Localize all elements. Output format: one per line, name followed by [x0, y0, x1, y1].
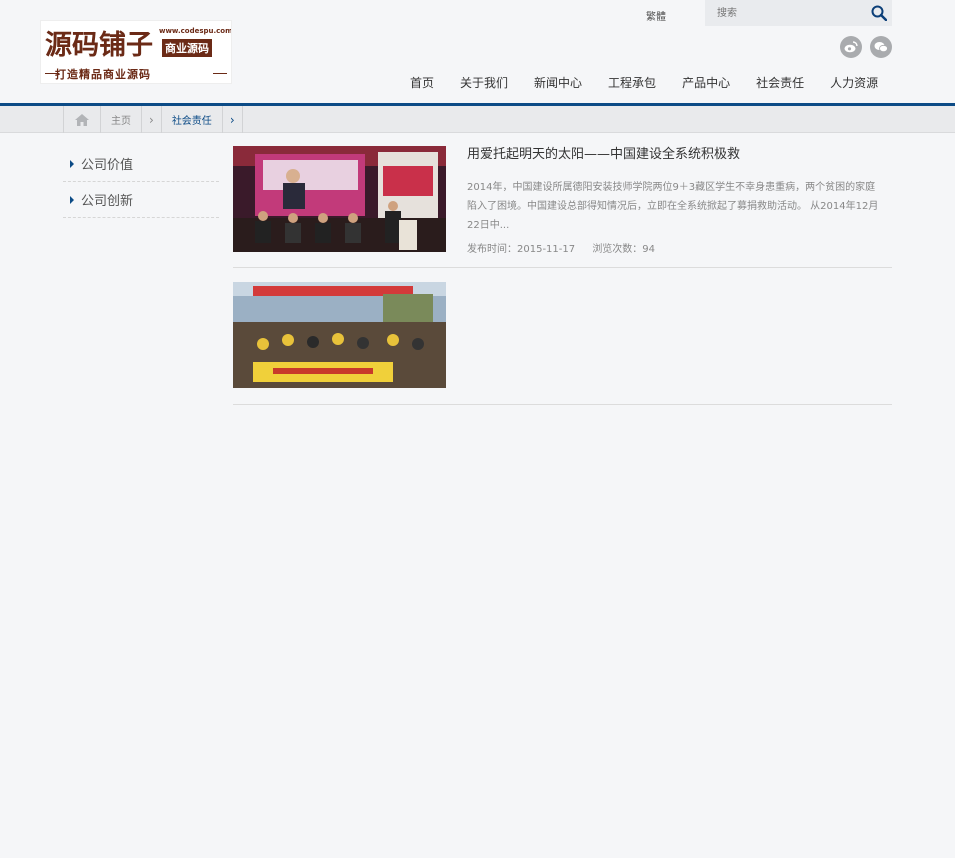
sidebar-item-company-innovation[interactable]: 公司创新: [63, 182, 219, 218]
weibo-icon[interactable]: [840, 36, 862, 58]
article-summary: 2014年，中国建设所属德阳安装技师学院两位9＋3藏区学生不幸身患重病，两个贫困…: [467, 182, 879, 231]
logo-tag: 商业源码: [162, 39, 212, 57]
chevron-right-icon: ›: [223, 106, 243, 133]
nav-item-social-responsibility[interactable]: 社会责任: [744, 74, 816, 92]
breadcrumb-home-icon-cell[interactable]: [64, 106, 101, 133]
sidebar: 公司价值 公司创新: [63, 146, 219, 218]
language-switch-link[interactable]: 繁體: [646, 8, 666, 23]
search-icon[interactable]: [871, 5, 887, 21]
triangle-right-icon: [70, 195, 74, 204]
site-header: 源码铺子 www.codespu.com 商业源码 打造精品商业源码 繁體 首页…: [0, 0, 955, 103]
breadcrumb-bar: 主页 › 社会责任 ›: [0, 106, 955, 133]
nav-item-hr[interactable]: 人力资源: [818, 74, 890, 92]
breadcrumb-current[interactable]: 社会责任: [162, 106, 223, 133]
logo-slogan: 打造精品商业源码: [55, 68, 151, 81]
logo-url-text: www.codespu.com: [159, 27, 232, 35]
nav-item-products[interactable]: 产品中心: [670, 74, 742, 92]
nav-item-home[interactable]: 首页: [398, 74, 446, 92]
wechat-icon[interactable]: [870, 36, 892, 58]
article-title[interactable]: 用爱托起明天的太阳——中国建设全系统积极救: [467, 147, 757, 163]
list-item: 用爱托起明天的太阳——中国建设全系统积极救 2014年，中国建设所属德阳安装技师…: [233, 146, 892, 268]
nav-item-news[interactable]: 新闻中心: [522, 74, 594, 92]
chevron-right-icon: ›: [142, 106, 162, 133]
article-date: 发布时间：2015-11-17: [467, 244, 576, 255]
sidebar-item-company-value[interactable]: 公司价值: [63, 146, 219, 182]
home-icon: [75, 113, 89, 126]
search-input[interactable]: [717, 6, 857, 20]
triangle-right-icon: [70, 159, 74, 168]
nav-item-about[interactable]: 关于我们: [448, 74, 520, 92]
logo-main-text: 源码铺子: [45, 30, 153, 61]
article-thumbnail[interactable]: [233, 146, 446, 252]
site-logo[interactable]: 源码铺子 www.codespu.com 商业源码 打造精品商业源码: [40, 20, 232, 84]
main-nav: 首页 关于我们 新闻中心 工程承包 产品中心 社会责任 人力资源: [398, 74, 892, 92]
nav-item-engineering[interactable]: 工程承包: [596, 74, 668, 92]
article-list: 用爱托起明天的太阳——中国建设全系统积极救 2014年，中国建设所属德阳安装技师…: [233, 146, 892, 405]
list-item: [233, 268, 892, 405]
article-meta: 发布时间：2015-11-17 浏览次数：94: [467, 240, 669, 255]
article-thumbnail[interactable]: [233, 282, 446, 388]
search-box: [705, 0, 892, 26]
breadcrumb-home[interactable]: 主页: [101, 106, 142, 133]
sidebar-item-label: 公司创新: [81, 194, 134, 209]
breadcrumb: 主页 › 社会责任 ›: [63, 106, 243, 133]
logo-rule-right: [213, 73, 227, 74]
article-views: 浏览次数：94: [592, 244, 656, 255]
sidebar-item-label: 公司价值: [81, 158, 134, 173]
